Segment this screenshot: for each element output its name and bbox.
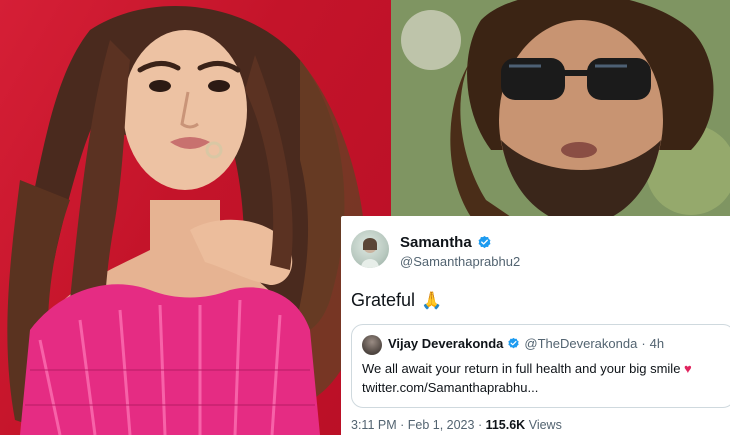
quoted-author-avatar[interactable] — [362, 335, 382, 355]
verified-badge-icon — [508, 337, 520, 349]
heart-icon: ♥ — [684, 361, 692, 376]
quoted-tweet[interactable]: Vijay Deverakonda @TheDeverakonda · 4h W… — [351, 324, 730, 408]
quoted-text-line1: We all await your return in full health … — [362, 361, 681, 376]
meta-separator: · — [477, 418, 483, 432]
author-name-row: Samantha — [400, 234, 492, 251]
tweet-text: Grateful 🙏 — [351, 290, 442, 311]
tweet-timestamp[interactable]: 3:11 PM · Feb 1, 2023 — [351, 418, 474, 432]
author-name[interactable]: Samantha — [400, 234, 472, 251]
tweet-text-content: Grateful — [351, 290, 416, 310]
tweet-card[interactable]: Samantha @Samanthaprabhu2 Grateful 🙏 Vij… — [341, 216, 730, 435]
quoted-author-name[interactable]: Vijay Deverakonda — [388, 336, 503, 351]
views-label: Views — [528, 418, 562, 432]
folded-hands-icon: 🙏 — [421, 290, 443, 310]
tweet-meta: 3:11 PM · Feb 1, 2023 · 115.6K Views — [351, 418, 562, 432]
verified-badge-icon — [478, 235, 491, 249]
author-avatar[interactable] — [351, 230, 389, 268]
views-count: 115.6K — [485, 418, 526, 432]
quoted-author-row: Vijay Deverakonda @TheDeverakonda · 4h — [388, 336, 664, 351]
photo-right-portrait — [391, 0, 730, 217]
quoted-text: We all await your return in full health … — [362, 359, 730, 397]
quoted-separator: · — [641, 336, 646, 351]
author-handle[interactable]: @Samanthaprabhu2 — [400, 254, 520, 269]
quoted-time[interactable]: 4h — [650, 336, 664, 351]
quoted-author-handle[interactable]: @TheDeverakonda — [524, 336, 637, 351]
quoted-link[interactable]: twitter.com/Samanthaprabhu... — [362, 380, 538, 395]
photo-left-portrait — [0, 0, 391, 435]
